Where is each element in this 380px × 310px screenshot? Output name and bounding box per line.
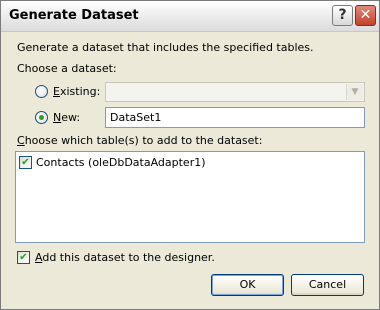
existing-label[interactable]: Existing: xyxy=(53,85,100,98)
new-dataset-name-value: DataSet1 xyxy=(110,111,162,124)
close-icon: ✕ xyxy=(359,7,372,23)
existing-dataset-combo[interactable]: ▼ xyxy=(105,82,365,102)
check-icon: ✔ xyxy=(21,157,30,168)
tables-list[interactable]: ✔ Contacts (oleDbDataAdapter1) xyxy=(15,151,365,243)
help-button[interactable]: ? xyxy=(332,5,353,26)
intro-text: Generate a dataset that includes the spe… xyxy=(17,41,314,54)
title-bar[interactable]: Generate Dataset ? ✕ xyxy=(1,1,379,32)
cancel-button[interactable]: Cancel xyxy=(291,274,364,296)
existing-label-access-key: E xyxy=(53,85,60,98)
tables-label-text: hoose which table(s) to add to the datas… xyxy=(24,134,263,147)
generate-dataset-dialog: Generate Dataset ? ✕ Generate a dataset … xyxy=(0,0,380,310)
add-to-designer-text: dd this dataset to the designer. xyxy=(42,251,215,264)
add-to-designer-label[interactable]: Add this dataset to the designer. xyxy=(35,251,215,264)
table-checkbox[interactable]: ✔ xyxy=(19,156,32,169)
new-radio[interactable] xyxy=(35,111,48,124)
tables-label: Choose which table(s) to add to the data… xyxy=(17,134,262,147)
existing-radio[interactable] xyxy=(35,85,48,98)
close-button[interactable]: ✕ xyxy=(355,5,376,26)
new-dataset-name-input[interactable]: DataSet1 xyxy=(105,107,365,128)
chevron-down-icon[interactable]: ▼ xyxy=(346,84,363,100)
existing-label-text: xisting: xyxy=(59,85,101,98)
new-label-access-key: N xyxy=(53,111,62,124)
choose-dataset-label: Choose a dataset: xyxy=(17,62,117,75)
window-title: Generate Dataset xyxy=(9,8,139,23)
check-icon: ✔ xyxy=(19,252,28,263)
new-label[interactable]: New: xyxy=(53,111,80,124)
tables-label-access-key: C xyxy=(17,134,25,147)
help-icon: ? xyxy=(338,7,347,23)
table-item-label[interactable]: Contacts (oleDbDataAdapter1) xyxy=(36,156,206,169)
new-label-text: ew: xyxy=(61,111,81,124)
add-to-designer-checkbox[interactable]: ✔ xyxy=(17,251,30,264)
dialog-body: Generate a dataset that includes the spe… xyxy=(1,32,379,309)
ok-button[interactable]: OK xyxy=(211,274,284,296)
